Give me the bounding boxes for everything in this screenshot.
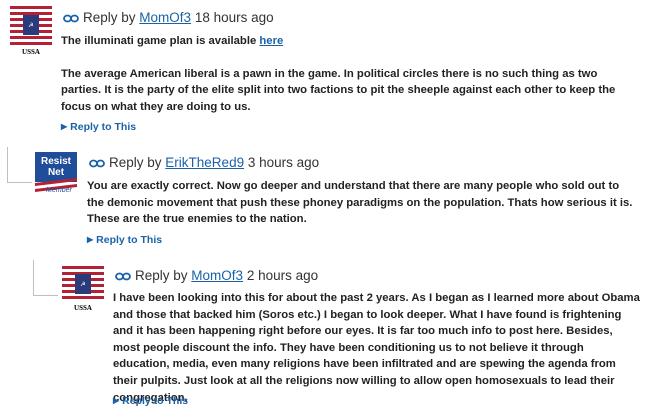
svg-text:Resist: Resist <box>41 156 72 167</box>
comment-line: The illuminati game plan is available he… <box>61 35 284 47</box>
author-link[interactable]: ErikTheRed9 <box>165 155 244 170</box>
comment-paragraph: I have been looking into this for about … <box>113 292 640 404</box>
comment-body: The illuminati game plan is available he… <box>61 33 636 115</box>
comment-timestamp: 3 hours ago <box>247 155 320 170</box>
comment-paragraph: The average American liberal is a pawn i… <box>61 67 616 113</box>
comment-body: You are exactly correct. Now go deeper a… <box>87 178 637 228</box>
resist-net-avatar[interactable]: Resist Net Member <box>35 152 77 194</box>
comment-timestamp: 18 hours ago <box>194 10 274 25</box>
comment-header: Reply by ErikTheRed9 3 hours ago <box>89 155 319 170</box>
ussa-flag-icon: ☭ USSA <box>10 6 52 56</box>
here-link[interactable]: here <box>259 35 283 47</box>
reply-by-label: Reply by <box>83 10 136 25</box>
svg-text:☭: ☭ <box>80 281 85 288</box>
reply-to-this-link[interactable]: ▶ Reply to This <box>87 234 162 246</box>
reply-to-this-link[interactable]: ▶ Reply to This <box>61 121 136 133</box>
comment-header: Reply by MomOf3 18 hours ago <box>63 10 274 25</box>
svg-text:Net: Net <box>48 167 65 178</box>
author-link[interactable]: MomOf3 <box>139 10 191 25</box>
permalink-icon[interactable] <box>63 14 79 23</box>
thread-line-level-1-tick <box>7 182 32 183</box>
triangle-right-icon: ▶ <box>113 396 120 405</box>
reply-by-label: Reply by <box>135 268 188 283</box>
triangle-right-icon: ▶ <box>61 122 68 131</box>
comment-header: Reply by MomOf3 2 hours ago <box>115 268 318 283</box>
svg-text:USSA: USSA <box>74 304 92 312</box>
permalink-icon[interactable] <box>89 159 105 168</box>
triangle-right-icon: ▶ <box>87 235 94 244</box>
svg-text:Member: Member <box>46 187 72 194</box>
reply-to-this-link[interactable]: ▶ Reply to This <box>113 395 188 407</box>
reply-by-label: Reply by <box>109 155 162 170</box>
permalink-icon[interactable] <box>115 272 131 281</box>
ussa-flag-avatar[interactable]: ☭ USSA <box>62 266 104 312</box>
svg-text:☭: ☭ <box>28 22 33 29</box>
comment-body: I have been looking into this for about … <box>113 290 641 406</box>
author-link[interactable]: MomOf3 <box>191 268 243 283</box>
thread-line-level-2-tick <box>33 295 58 296</box>
resist-net-badge-icon: Resist Net Member <box>35 152 77 194</box>
thread-line-level-2 <box>33 260 34 296</box>
ussa-flag-icon: ☭ USSA <box>62 266 104 312</box>
comment-paragraph: You are exactly correct. Now go deeper a… <box>87 180 633 226</box>
svg-text:USSA: USSA <box>22 48 40 56</box>
comment-timestamp: 2 hours ago <box>246 268 319 283</box>
thread-line-level-1 <box>7 147 8 183</box>
ussa-flag-avatar[interactable]: ☭ USSA <box>10 6 52 56</box>
